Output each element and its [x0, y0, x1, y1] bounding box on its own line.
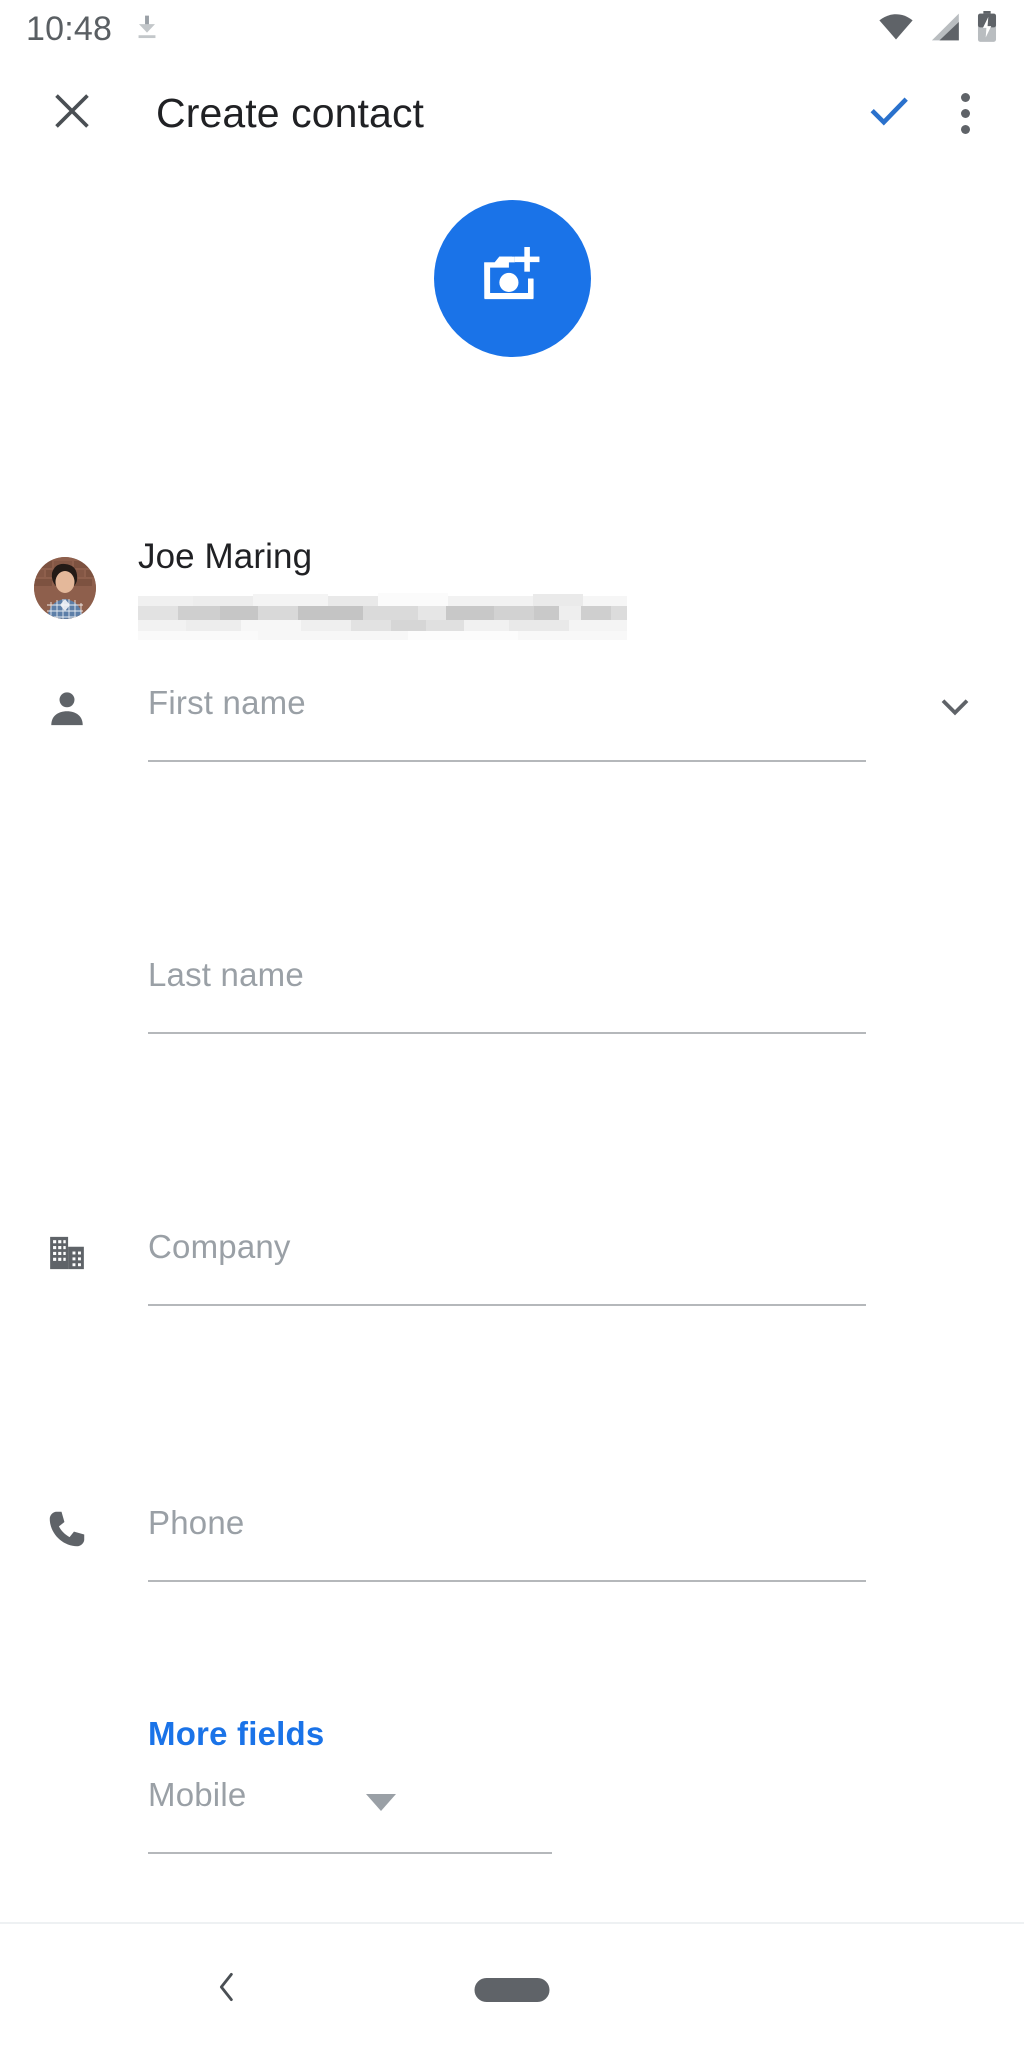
app-bar: Create contact	[0, 58, 1024, 168]
field-row-phone-type[interactable]: Mobile	[0, 1752, 1024, 1876]
company-underline	[148, 1304, 866, 1306]
close-button[interactable]	[34, 75, 110, 151]
status-bar-right-icons	[878, 10, 998, 48]
more-vert-icon-dot	[960, 108, 970, 118]
last-name-underline	[148, 1032, 866, 1034]
nav-home-handle[interactable]	[474, 1978, 550, 2002]
wifi-icon	[878, 12, 914, 47]
field-row-last-name[interactable]: Last name	[0, 932, 1024, 1056]
save-contact-button[interactable]	[850, 74, 928, 152]
close-icon	[49, 88, 95, 139]
building-icon	[36, 1222, 98, 1284]
nav-back-button[interactable]	[196, 1958, 258, 2020]
field-row-phone[interactable]: Phone	[0, 1480, 1024, 1604]
phone-type-underline	[148, 1852, 552, 1854]
phone-type-value[interactable]: Mobile	[148, 1776, 246, 1814]
overflow-menu-button[interactable]	[928, 74, 1002, 152]
page-title: Create contact	[156, 89, 425, 136]
company-placeholder[interactable]: Company	[148, 1228, 291, 1266]
account-text: Joe Maring	[138, 535, 627, 640]
field-row-first-name[interactable]: First name	[0, 660, 1024, 784]
account-selector-row[interactable]: Joe Maring	[0, 520, 1024, 650]
account-email-redacted	[138, 588, 627, 640]
last-name-placeholder[interactable]: Last name	[148, 956, 304, 994]
more-vert-icon-dot	[960, 124, 970, 134]
chevron-down-icon	[933, 685, 977, 734]
battery-charging-icon	[976, 10, 998, 48]
back-chevron-icon	[207, 1967, 247, 2012]
check-icon	[865, 87, 913, 140]
contact-form: First name Last name Company Phone Mobil…	[0, 660, 1024, 1854]
add-a-photo-icon	[475, 239, 549, 318]
more-fields-link[interactable]: More fields	[148, 1715, 324, 1753]
phone-placeholder[interactable]: Phone	[148, 1504, 244, 1542]
phone-underline	[148, 1580, 866, 1582]
field-row-company[interactable]: Company	[0, 1204, 1024, 1328]
dropdown-caret-icon[interactable]	[366, 1794, 396, 1811]
app-bar-actions	[850, 74, 1024, 152]
phone-screen: 10:48 Create contact Joe Maring First na…	[0, 0, 1024, 2048]
avatar	[34, 557, 96, 619]
contact-photo-area	[0, 168, 1024, 388]
expand-name-fields-button[interactable]	[924, 678, 986, 740]
add-photo-button[interactable]	[433, 199, 591, 357]
first-name-underline	[148, 760, 866, 762]
cellular-signal-icon	[929, 12, 961, 47]
status-bar: 10:48	[0, 0, 1024, 58]
account-name: Joe Maring	[138, 537, 313, 576]
download-icon	[134, 12, 160, 47]
person-icon	[36, 678, 98, 740]
first-name-placeholder[interactable]: First name	[148, 684, 306, 722]
status-clock: 10:48	[26, 9, 113, 48]
system-navigation-bar	[0, 1924, 1024, 2048]
more-vert-icon	[960, 92, 970, 102]
phone-icon	[36, 1498, 98, 1560]
status-bar-left-icons	[134, 12, 160, 47]
